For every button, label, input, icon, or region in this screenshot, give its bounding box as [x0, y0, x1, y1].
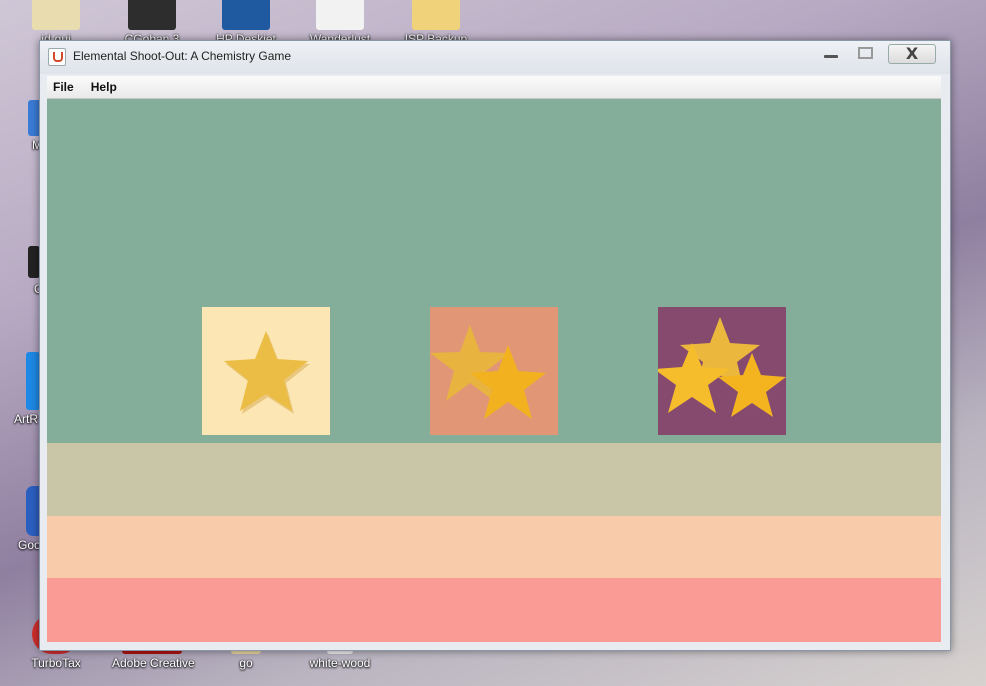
app-window: Elemental Shoot-Out: A Chemistry Game X …: [39, 40, 951, 651]
one-star-icon: [224, 331, 310, 414]
desktop-icon-artr[interactable]: ArtR: [0, 352, 40, 426]
app-shortcut-icon: [26, 352, 40, 410]
cgoban-icon: [128, 0, 176, 30]
desktop-icon-m[interactable]: M: [0, 100, 42, 152]
two-stars-icon: [430, 325, 546, 419]
hp-icon: [222, 0, 270, 30]
jd-gui-icon: [32, 0, 80, 30]
title-bar[interactable]: Elemental Shoot-Out: A Chemistry Game X: [40, 41, 950, 74]
difficulty-medium-button[interactable]: [430, 307, 558, 435]
menu-bar: File Help: [47, 76, 941, 99]
game-canvas: [47, 99, 941, 642]
wanderlust-icon: [316, 0, 364, 30]
menu-file[interactable]: File: [47, 76, 80, 98]
difficulty-hard-button[interactable]: [654, 307, 786, 435]
three-stars-icon: [654, 317, 786, 417]
close-button[interactable]: X: [888, 44, 936, 64]
menu-help[interactable]: Help: [85, 76, 123, 98]
desktop-icon-c[interactable]: C: [0, 246, 43, 296]
java-icon: [48, 48, 66, 66]
band-4: [47, 578, 941, 642]
globe-icon: [26, 486, 40, 536]
minimize-button[interactable]: [817, 44, 843, 62]
band-2: [47, 443, 941, 516]
desktop-icon-goo[interactable]: Goo: [0, 486, 41, 552]
band-3: [47, 516, 941, 578]
difficulty-easy-button[interactable]: [202, 307, 330, 435]
folder-icon: [412, 0, 460, 30]
maximize-button[interactable]: [852, 44, 878, 62]
window-title: Elemental Shoot-Out: A Chemistry Game: [73, 49, 292, 63]
